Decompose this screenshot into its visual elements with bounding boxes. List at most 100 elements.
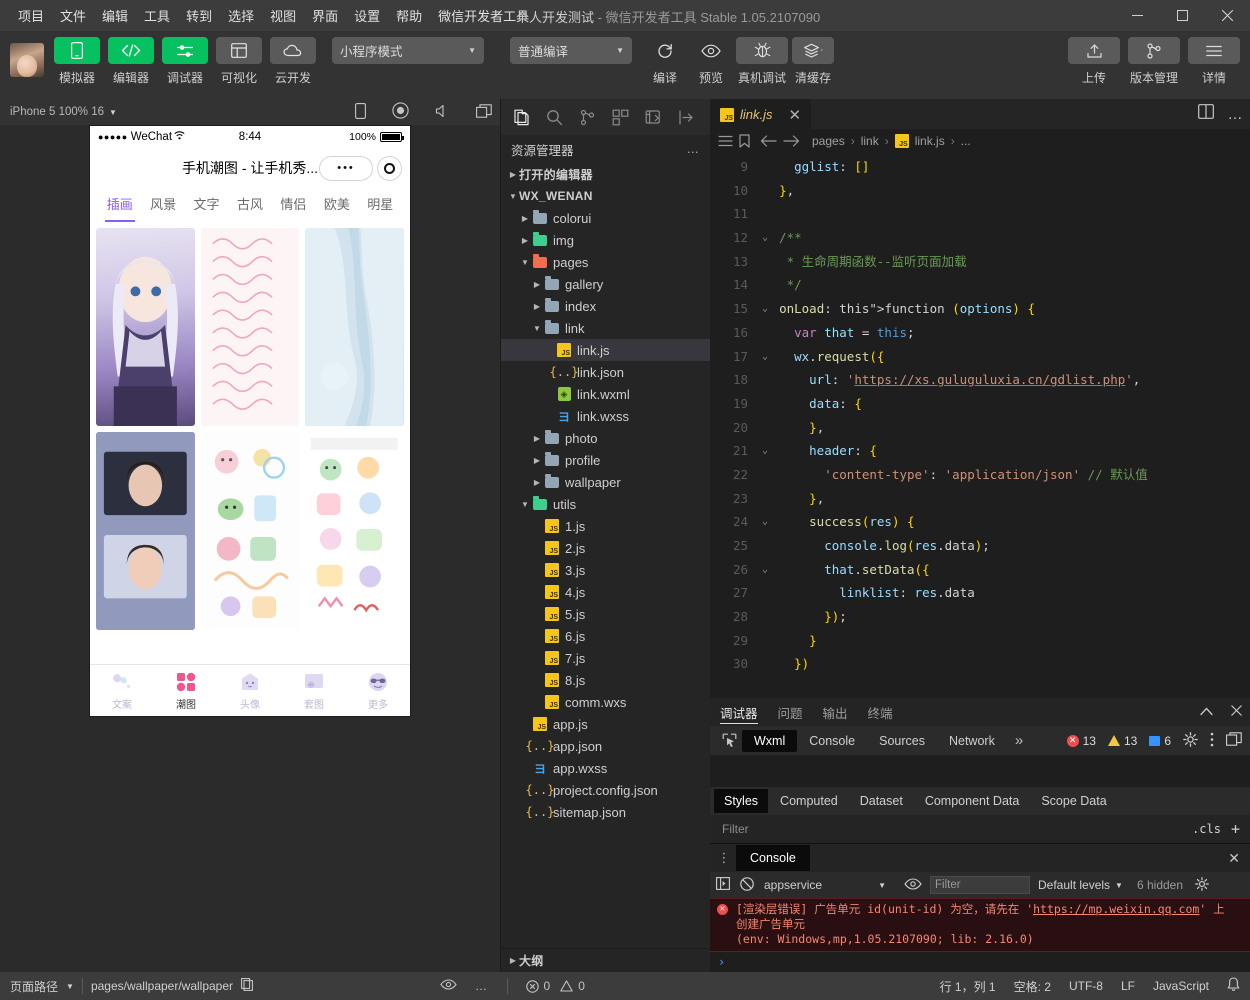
- breadcrumb-item-more[interactable]: ...: [961, 134, 971, 148]
- encoding[interactable]: UTF-8: [1069, 979, 1103, 993]
- page-path-label[interactable]: 页面路径: [10, 978, 58, 995]
- fold-chevron-icon[interactable]: ⌄: [762, 345, 768, 369]
- outline-list-icon[interactable]: [718, 135, 733, 147]
- device-selector[interactable]: iPhone 5 100% 16: [10, 106, 104, 118]
- styles-tab-component-data[interactable]: Component Data: [915, 789, 1030, 813]
- phone-rotate-icon[interactable]: [355, 102, 366, 122]
- warning-count-badge[interactable]: 13: [1107, 734, 1137, 748]
- tree-item-2-js[interactable]: ▶JS2.js: [501, 537, 710, 559]
- fold-chevron-icon[interactable]: ⌄: [762, 439, 768, 463]
- source-control-icon[interactable]: [571, 100, 604, 134]
- grid-item[interactable]: [96, 228, 195, 426]
- debugger-toggle-button[interactable]: 调试器: [162, 37, 208, 86]
- devtools-tab-console[interactable]: Console: [797, 730, 867, 752]
- eye-icon[interactable]: [440, 979, 457, 993]
- breadcrumb-item-pages[interactable]: pages: [812, 134, 845, 148]
- grid-item[interactable]: [200, 432, 300, 630]
- tree-item-profile[interactable]: ▶ profile: [501, 449, 710, 471]
- cls-button[interactable]: .cls: [1192, 822, 1221, 836]
- tree-item-photo[interactable]: ▶ photo: [501, 427, 710, 449]
- page-path-value[interactable]: pages/wallpaper/wallpaper: [91, 979, 233, 993]
- version-control-button[interactable]: 版本管理: [1128, 37, 1180, 86]
- more-actions-icon[interactable]: …: [1228, 106, 1245, 123]
- category-tab-6[interactable]: 明星: [359, 188, 402, 222]
- cursor-position[interactable]: 行 1，列 1: [940, 978, 996, 995]
- editor-toggle-button[interactable]: 编辑器: [108, 37, 154, 86]
- tree-item-1-js[interactable]: ▶JS1.js: [501, 515, 710, 537]
- close-icon[interactable]: [1231, 705, 1242, 719]
- menu-item-9[interactable]: 帮助: [388, 2, 430, 29]
- collapse-icon[interactable]: [670, 100, 703, 134]
- console-context-select[interactable]: appservice ▼: [760, 876, 890, 894]
- gear-icon[interactable]: [1183, 731, 1198, 750]
- tree-item-gallery[interactable]: ▶ gallery: [501, 273, 710, 295]
- code-editor[interactable]: 9 10 11 12 ⌄ 13 14 15 ⌄ 16 17 ⌄ 18 19 20 21 ⌄ 22 23 24 ⌄ 25 26…: [710, 153, 1250, 698]
- tabbar-item-3[interactable]: 套图: [282, 665, 346, 716]
- tabbar-item-1[interactable]: 潮图: [154, 665, 218, 716]
- tree-item-app-wxss[interactable]: ▶ヨapp.wxss: [501, 757, 710, 779]
- tree-item-link[interactable]: ▼ link: [501, 317, 710, 339]
- tree-item-link-wxml[interactable]: ▶◈link.wxml: [501, 383, 710, 405]
- menu-item-6[interactable]: 视图: [262, 2, 304, 29]
- devtools-tab-sources[interactable]: Sources: [867, 730, 937, 752]
- error-link[interactable]: https://mp.weixin.qq.com: [1033, 902, 1199, 916]
- styles-tab-scope-data[interactable]: Scope Data: [1031, 789, 1116, 813]
- more-icon[interactable]: …: [475, 979, 489, 993]
- close-icon[interactable]: ✕: [1228, 850, 1240, 867]
- category-tab-1[interactable]: 风景: [141, 188, 184, 222]
- styles-tab-computed[interactable]: Computed: [770, 789, 848, 813]
- wxml-tree-area[interactable]: [710, 755, 1250, 787]
- record-icon[interactable]: [392, 102, 409, 122]
- outline-section[interactable]: ▶ 大纲: [501, 948, 710, 972]
- cloud-toggle-button[interactable]: 云开发: [270, 37, 316, 86]
- info-count-badge[interactable]: 6: [1149, 734, 1171, 748]
- console-sidebar-toggle-icon[interactable]: [716, 877, 730, 893]
- tree-item-comm-wxs[interactable]: ▶JScomm.wxs: [501, 691, 710, 713]
- fold-chevron-icon[interactable]: ⌄: [762, 510, 768, 534]
- grid-item[interactable]: [305, 228, 404, 426]
- eye-icon[interactable]: [904, 877, 922, 893]
- tree-item-7-js[interactable]: ▶JS7.js: [501, 647, 710, 669]
- problems-warnings[interactable]: 0: [560, 979, 585, 993]
- split-editor-icon[interactable]: [1197, 104, 1214, 124]
- compile-select[interactable]: 普通编译 ▼: [510, 37, 632, 64]
- extensions-icon[interactable]: [604, 100, 637, 134]
- files-icon[interactable]: [505, 100, 538, 134]
- copy-icon[interactable]: [241, 978, 253, 994]
- console-levels-select[interactable]: Default levels ▼: [1038, 878, 1123, 892]
- volume-icon[interactable]: [435, 104, 450, 121]
- menu-item-7[interactable]: 界面: [304, 2, 346, 29]
- tabbar-item-0[interactable]: 文案: [90, 665, 154, 716]
- category-tab-3[interactable]: 古风: [228, 188, 271, 222]
- code-content[interactable]: gglist: [] }, /** * 生命周期函数--监听页面加载 */ on…: [756, 153, 1250, 698]
- more-actions-icon[interactable]: …: [687, 142, 701, 156]
- kebab-menu-icon[interactable]: ⋮: [714, 850, 734, 866]
- editor-tab-link-js[interactable]: JS link.js ✕: [710, 99, 812, 129]
- styles-tab-styles[interactable]: Styles: [714, 789, 769, 813]
- details-button[interactable]: 详情: [1188, 37, 1240, 86]
- menu-item-5[interactable]: 选择: [220, 2, 262, 29]
- fold-chevron-icon[interactable]: ⌄: [762, 558, 768, 582]
- bookmark-icon[interactable]: [739, 134, 750, 148]
- preview-button[interactable]: 预览: [690, 37, 732, 86]
- avatar[interactable]: [10, 43, 44, 77]
- styles-tab-dataset[interactable]: Dataset: [850, 789, 913, 813]
- tree-item-wallpaper[interactable]: ▶ wallpaper: [501, 471, 710, 493]
- language-mode[interactable]: JavaScript: [1153, 979, 1209, 993]
- styles-filter-input[interactable]: Filter: [722, 822, 749, 836]
- gear-icon[interactable]: [1195, 876, 1209, 894]
- menu-item-3[interactable]: 工具: [136, 2, 178, 29]
- tree-item-app-js[interactable]: ▶JSapp.js: [501, 713, 710, 735]
- capsule-more-button[interactable]: •••: [319, 155, 373, 181]
- tree-item-link-wxss[interactable]: ▶ヨlink.wxss: [501, 405, 710, 427]
- tree-item-6-js[interactable]: ▶JS6.js: [501, 625, 710, 647]
- fold-chevron-icon[interactable]: ⌄: [762, 297, 768, 321]
- minimize-button[interactable]: [1115, 0, 1160, 31]
- forward-arrow-icon[interactable]: [783, 135, 800, 147]
- project-root-row[interactable]: ▼ WX_WENAN: [501, 185, 710, 207]
- error-count-badge[interactable]: ✕ 13: [1066, 734, 1096, 748]
- open-editors-section[interactable]: ▶ 打开的编辑器: [501, 163, 710, 185]
- category-tab-5[interactable]: 欧美: [315, 188, 358, 222]
- maximize-button[interactable]: [1160, 0, 1205, 31]
- clear-cache-button[interactable]: 清缓存: [792, 37, 834, 86]
